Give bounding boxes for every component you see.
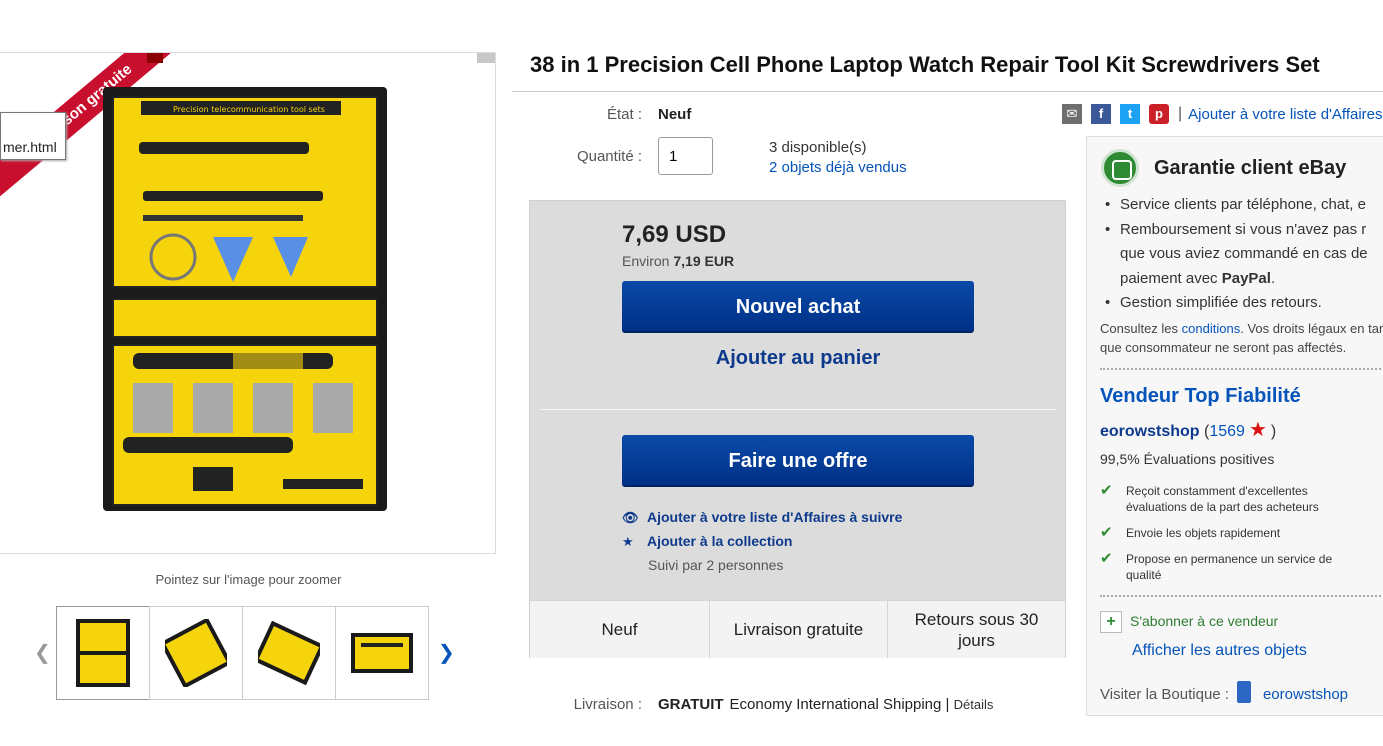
price: 7,69 USD xyxy=(622,221,727,248)
star-icon: ★ xyxy=(622,534,634,549)
toolkit-image: Precision telecommunication tool sets xyxy=(103,87,387,511)
image-corner-tab xyxy=(477,53,495,63)
guarantee-panel: Garantie client eBay Service clients par… xyxy=(1086,136,1383,716)
thumbnail-next-icon[interactable]: ❯ xyxy=(438,640,455,665)
conditions-link[interactable]: conditions xyxy=(1182,321,1241,336)
seller-score-link[interactable]: 1569 xyxy=(1209,423,1245,440)
seller-point: ✔ Reçoit constamment d'excellentes évalua… xyxy=(1100,483,1360,515)
share-bar: ✉ f t p | Ajouter à votre liste d'Affair… xyxy=(1062,104,1383,124)
feature-free-shipping: Livraison gratuite xyxy=(710,601,888,658)
feature-strip: Neuf Livraison gratuite Retours sous 30 … xyxy=(530,600,1065,658)
shipping-free: GRATUIT xyxy=(658,696,724,713)
make-offer-button[interactable]: Faire une offre xyxy=(622,435,974,487)
guarantee-item: Gestion simplifiée des retours. xyxy=(1101,291,1383,316)
thumbnail-strip xyxy=(56,606,429,700)
email-icon[interactable]: ✉ xyxy=(1062,104,1082,124)
add-to-cart-button[interactable]: Ajouter au panier xyxy=(622,347,974,370)
thumbnail-2-image xyxy=(165,619,227,687)
shipping-value: GRATUIT Economy International Shipping | … xyxy=(658,696,993,713)
guarantee-title: Garantie client eBay xyxy=(1154,157,1347,179)
thumbnail-4[interactable] xyxy=(335,606,429,700)
collection-link[interactable]: ★ Ajouter à la collection xyxy=(622,533,792,550)
thumbnail-1[interactable] xyxy=(56,606,150,700)
panel-divider xyxy=(1100,368,1383,370)
title-divider xyxy=(512,91,1383,92)
shipping-label: Livraison : xyxy=(573,696,642,713)
visit-shop: Visiter la Boutique : eorowstshop xyxy=(1100,681,1348,703)
available-count: 3 disponible(s) xyxy=(769,139,867,156)
more-items-link[interactable]: Afficher les autres objets xyxy=(1132,642,1307,660)
panel-divider xyxy=(1100,595,1383,597)
shop-icon xyxy=(1236,681,1251,703)
main-product-image[interactable]: Livraison gratuite Precision telecommuni… xyxy=(0,52,496,554)
approx-value: 7,19 EUR xyxy=(673,253,735,269)
quantity-label: Quantité : xyxy=(576,148,642,165)
shipping-method: Economy International Shipping xyxy=(729,696,942,713)
zoom-hint: Pointez sur l'image pour zoomer xyxy=(155,572,342,587)
pinterest-icon[interactable]: p xyxy=(1149,104,1169,124)
twitter-icon[interactable]: t xyxy=(1120,104,1140,124)
buy-box: 7,69 USD Environ 7,19 EUR Nouvel achat A… xyxy=(529,200,1066,658)
guarantee-list: Service clients par téléphone, chat, e R… xyxy=(1101,193,1383,316)
facebook-icon[interactable]: f xyxy=(1091,104,1111,124)
consult-text: Consultez les conditions. Vos droits lég… xyxy=(1100,319,1383,357)
followers-count: Suivi par 2 personnes xyxy=(648,557,784,573)
plus-icon: + xyxy=(1100,611,1122,633)
check-icon: ✔ xyxy=(1100,550,1113,567)
consult-prefix: Consultez les xyxy=(1100,321,1179,336)
positive-feedback: 99,5% Évaluations positives xyxy=(1100,451,1275,467)
approx-prefix: Environ xyxy=(622,253,670,269)
seller-name-link[interactable]: eorowstshop xyxy=(1100,423,1200,440)
share-separator: | xyxy=(1178,105,1183,122)
product-title: 38 in 1 Precision Cell Phone Laptop Watc… xyxy=(530,52,1320,77)
score-close: ) xyxy=(1270,423,1277,440)
star-icon: ★ xyxy=(1248,419,1267,441)
top-seller-badge[interactable]: Vendeur Top Fiabilité xyxy=(1100,385,1301,408)
eye-icon: 👁 xyxy=(622,510,639,525)
buy-now-button[interactable]: Nouvel achat xyxy=(622,281,974,333)
thumbnail-2[interactable] xyxy=(149,606,243,700)
thumbnail-3-image xyxy=(258,620,320,686)
seller-info: eorowstshop (1569 ★) xyxy=(1100,417,1276,442)
watchlist-link[interactable]: 👁 Ajouter à votre liste d'Affaires à suiv… xyxy=(622,509,902,526)
thumbnail-prev-icon[interactable]: ❮ xyxy=(34,640,51,665)
subscribe-seller-link[interactable]: + S'abonner à ce vendeur xyxy=(1100,611,1278,633)
quantity-input[interactable] xyxy=(658,137,713,175)
seller-point-text: Propose en permanence un service de qual… xyxy=(1126,552,1333,582)
subscribe-label: S'abonner à ce vendeur xyxy=(1130,613,1279,629)
watchlist-link-label: Ajouter à votre liste d'Affaires à suivr… xyxy=(647,509,903,525)
seller-point: ✔ Envoie les objets rapidement xyxy=(1100,525,1360,541)
collection-link-label: Ajouter à la collection xyxy=(647,533,793,549)
condition-label: État : xyxy=(606,106,642,123)
seller-point-text: Reçoit constamment d'excellentes évaluat… xyxy=(1126,484,1319,514)
share-watchlist-link[interactable]: Ajouter à votre liste d'Affaires à suivr… xyxy=(1188,106,1383,123)
shop-name-link[interactable]: eorowstshop xyxy=(1263,686,1348,703)
thumbnail-1-image xyxy=(76,619,130,687)
feature-condition: Neuf xyxy=(530,601,710,658)
kit-label: Precision telecommunication tool sets xyxy=(173,105,325,114)
shipping-separator: | xyxy=(945,696,950,713)
check-icon: ✔ xyxy=(1100,482,1113,499)
shop-label: Visiter la Boutique : xyxy=(1100,686,1229,703)
approx-price: Environ 7,19 EUR xyxy=(622,253,734,269)
buybox-divider xyxy=(540,409,1056,410)
seller-point-text: Envoie les objets rapidement xyxy=(1126,526,1281,540)
sold-count-link[interactable]: 2 objets déjà vendus xyxy=(769,159,907,176)
handshake-icon xyxy=(1101,149,1139,187)
seller-point: ✔ Propose en permanence un service de qua… xyxy=(1100,551,1360,583)
shipping-details-link[interactable]: Détails xyxy=(954,697,994,712)
check-icon: ✔ xyxy=(1100,524,1113,541)
thumbnail-3[interactable] xyxy=(242,606,336,700)
feature-returns: Retours sous 30 jours xyxy=(914,609,1039,650)
ribbon-corner xyxy=(147,53,163,63)
guarantee-item: Remboursement si vous n'avez pas rque vo… xyxy=(1101,218,1383,292)
condition-value: Neuf xyxy=(658,106,692,123)
guarantee-item: Service clients par téléphone, chat, e xyxy=(1101,193,1383,218)
thumbnail-4-image xyxy=(351,633,413,673)
tooltip-url: mer.html xyxy=(0,112,66,160)
